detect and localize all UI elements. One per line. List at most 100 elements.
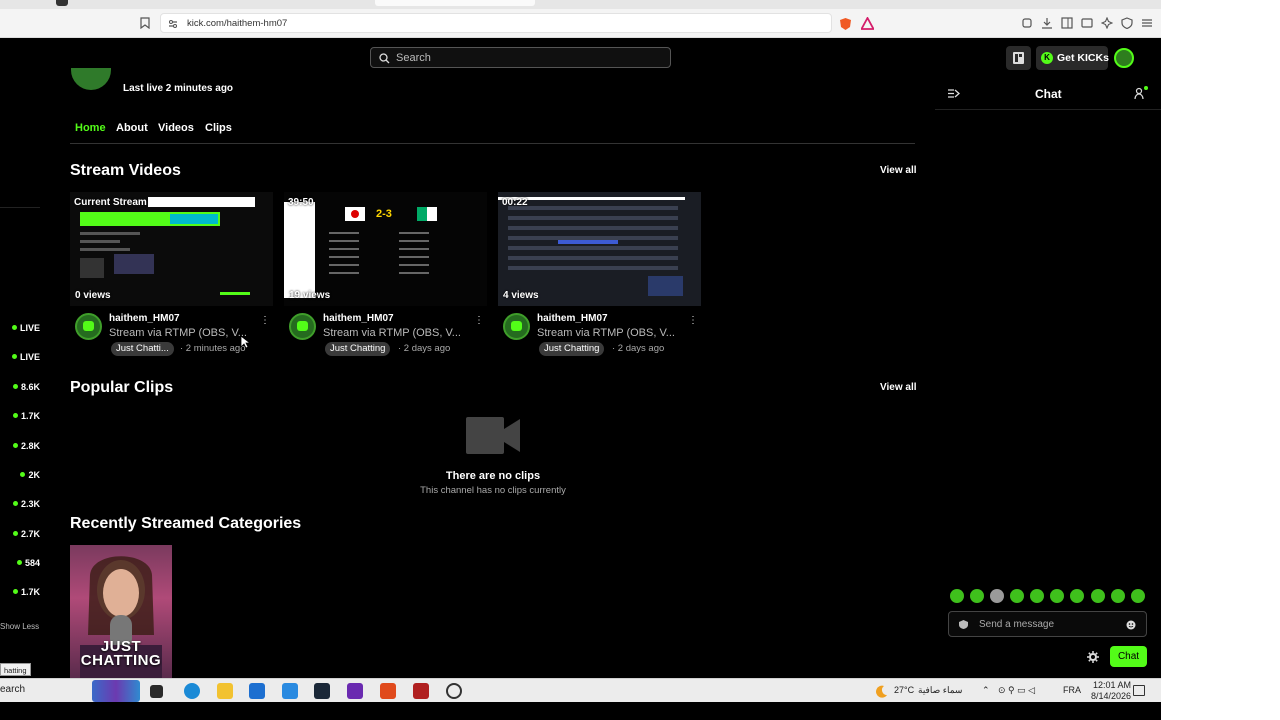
emoji-icon[interactable] [1126,620,1136,630]
more-options-icon[interactable]: ⋮ [688,315,698,326]
video-title[interactable]: Stream via RTMP (OBS, V... [323,327,468,339]
tray-network-icons[interactable]: ⊙ ⚲ ▭ ◁ [998,685,1035,696]
tab-videos[interactable]: Videos [158,122,194,134]
wallet-icon[interactable] [1081,17,1093,29]
dashboard-button[interactable] [1006,46,1031,70]
video-thumbnail[interactable]: 2-3 39:50 19 views [284,192,487,306]
chat-users-icon[interactable] [1134,86,1148,100]
notifications-icon[interactable] [1133,685,1145,696]
sidebar-item-4[interactable]: 2.8K [0,441,40,455]
brave-rewards-icon[interactable] [861,17,874,30]
sidebar-item-0[interactable]: LIVE [0,323,40,337]
screen-right-margin [1161,0,1280,720]
emote-icon[interactable] [970,589,984,603]
channel-avatar-small[interactable] [289,313,316,340]
emote-icon[interactable] [1131,589,1145,603]
sidebar-item-2[interactable]: 8.6K [0,382,40,396]
emote-icon[interactable] [1070,589,1084,603]
channel-avatar-small[interactable] [75,313,102,340]
chat-message-input[interactable]: Send a message [948,611,1147,637]
extensions-icon[interactable] [1021,17,1033,29]
video-card[interactable]: 00:22 4 views haithem_HM07 Stream via RT… [498,192,701,356]
video-title[interactable]: Stream via RTMP (OBS, V... [109,327,254,339]
temperature: 27°C [894,685,915,695]
chat-settings-gear-icon[interactable] [1087,651,1099,663]
sidebar-item-8[interactable]: 584 [0,558,40,572]
winrar-icon[interactable] [413,683,429,699]
active-tab[interactable] [375,0,535,6]
sidebar-item-1[interactable]: LIVE [0,352,40,366]
bookmark-icon[interactable] [140,17,150,29]
site-settings-icon[interactable] [168,19,178,29]
emote-icon[interactable] [1091,589,1105,603]
emote-icon[interactable] [1010,589,1024,603]
app-icon[interactable] [347,683,363,699]
user-avatar[interactable] [1114,48,1134,68]
taskbar-search[interactable]: earch [0,684,25,695]
channel-avatar-small[interactable] [503,313,530,340]
channel-name[interactable]: haithem_HM07 [537,313,608,324]
collapse-chat-icon[interactable] [947,88,960,99]
sidebar-item-6[interactable]: 2.3K [0,499,40,513]
tab-home[interactable]: Home [75,122,106,134]
category-tag[interactable]: Just Chatti... [111,342,174,356]
clock-time[interactable]: 12:01 AM [1093,680,1131,690]
sidebar-item-3[interactable]: 1.7K [0,411,40,425]
category-tag[interactable]: Just Chatting [325,342,391,356]
channel-name[interactable]: haithem_HM07 [109,313,180,324]
leo-ai-icon[interactable] [1101,17,1113,29]
address-bar[interactable]: kick.com/haithem-hm07 [160,13,874,33]
video-title[interactable]: Stream via RTMP (OBS, V... [537,327,682,339]
store-icon[interactable] [249,683,265,699]
clock-date[interactable]: 8/14/2026 [1091,691,1131,701]
kicks-icon: K [1041,52,1053,64]
sidebar-icon[interactable] [1061,17,1073,29]
video-thumbnail[interactable]: Current Stream 0 views [70,192,273,306]
sidebar-item-9[interactable]: 1.7K [0,587,40,601]
input-language[interactable]: FRA [1063,685,1081,695]
emote-icon[interactable] [1050,589,1064,603]
get-kicks-button[interactable]: K Get KICKs [1036,46,1109,70]
tab-clips[interactable]: Clips [205,122,232,134]
obs-icon[interactable] [446,683,462,699]
file-explorer-icon[interactable] [217,683,233,699]
task-view-icon[interactable] [150,685,163,698]
sidebar-item-5[interactable]: 2K [0,470,40,484]
chat-badge-icon[interactable] [959,620,968,629]
mail-icon[interactable] [282,683,298,699]
tray-chevron-icon[interactable]: ⌃ [982,685,990,696]
steam-icon[interactable] [314,683,330,699]
brave-shields-icon[interactable] [839,17,852,31]
no-clips-subtitle: This channel has no clips currently [420,485,566,496]
emote-icon[interactable] [990,589,1004,603]
search-input[interactable]: Search [370,47,671,68]
download-icon[interactable] [1041,17,1053,29]
stream-videos-view-all[interactable]: View all [880,165,917,176]
desktop-preview-image [498,192,701,306]
vpn-icon[interactable] [1121,17,1133,29]
last-live-status: Last live 2 minutes ago [123,83,234,94]
emote-icon[interactable] [1030,589,1044,603]
channel-name[interactable]: haithem_HM07 [323,313,394,324]
show-less-link[interactable]: Show Less [0,622,39,631]
video-card[interactable]: Current Stream 0 views haithem_HM07 Stre… [70,192,273,356]
weather-description[interactable]: سماء صافية [918,685,962,696]
sidebar-item-7[interactable]: 2.7K [0,529,40,543]
category-card-just-chatting[interactable]: JUST CHATTING [70,545,172,678]
channel-avatar[interactable] [71,68,111,90]
popular-clips-view-all[interactable]: View all [880,382,917,393]
tab-about[interactable]: About [116,122,148,134]
edge-icon[interactable] [184,683,200,699]
taskbar-search-highlight-image[interactable] [92,680,140,702]
brave-icon[interactable] [380,683,396,699]
video-thumbnail[interactable]: 00:22 4 views [498,192,701,306]
video-card[interactable]: 2-3 39:50 19 views haithem_HM07 Stream v… [284,192,487,356]
more-options-icon[interactable]: ⋮ [260,315,270,326]
tab-indicator[interactable] [56,0,68,6]
category-tag[interactable]: Just Chatting [539,342,605,356]
more-options-icon[interactable]: ⋮ [474,315,484,326]
emote-icon[interactable] [950,589,964,603]
emote-icon[interactable] [1111,589,1125,603]
send-chat-button[interactable]: Chat [1110,646,1147,667]
menu-icon[interactable] [1141,17,1153,29]
